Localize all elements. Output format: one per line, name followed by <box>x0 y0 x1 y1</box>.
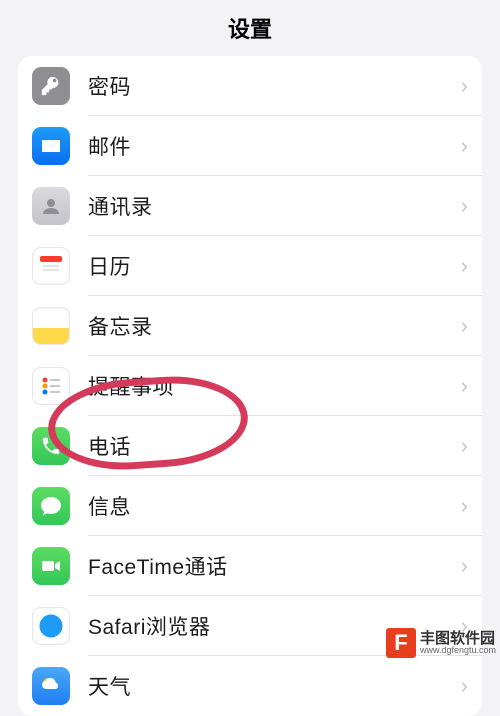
wm-cn: 丰图软件园 <box>420 631 496 646</box>
row-label: 提醒事项 <box>88 371 461 401</box>
mail-icon <box>32 127 70 165</box>
notes-icon <box>32 307 70 345</box>
row-weather[interactable]: 天气 › <box>18 656 482 716</box>
wm-en: www.dgfengtu.com <box>420 646 496 655</box>
row-label: FaceTime通话 <box>88 551 461 581</box>
chevron-right-icon: › <box>461 73 468 99</box>
phone-icon <box>32 427 70 465</box>
weather-icon <box>32 667 70 705</box>
row-label: 信息 <box>88 491 461 521</box>
wm-letter: F <box>394 630 407 656</box>
safari-icon <box>32 607 70 645</box>
chevron-right-icon: › <box>461 253 468 279</box>
chevron-right-icon: › <box>461 133 468 159</box>
chevron-right-icon: › <box>461 673 468 699</box>
settings-list: 密码 › 邮件 › 通讯录 › 日历 › 备忘录 › 提醒事项 › <box>18 56 482 716</box>
chevron-right-icon: › <box>461 553 468 579</box>
title-text: 设置 <box>228 17 272 42</box>
chevron-right-icon: › <box>461 373 468 399</box>
page-title: 设置 <box>0 0 500 56</box>
reminders-icon <box>32 367 70 405</box>
contacts-icon <box>32 187 70 225</box>
row-label: 备忘录 <box>88 311 461 341</box>
row-calendar[interactable]: 日历 › <box>18 236 482 296</box>
row-phone[interactable]: 电话 › <box>18 416 482 476</box>
chevron-right-icon: › <box>461 433 468 459</box>
row-label: 密码 <box>88 71 461 101</box>
row-mail[interactable]: 邮件 › <box>18 116 482 176</box>
facetime-icon <box>32 547 70 585</box>
key-icon <box>32 67 70 105</box>
row-contacts[interactable]: 通讯录 › <box>18 176 482 236</box>
chevron-right-icon: › <box>461 313 468 339</box>
row-reminders[interactable]: 提醒事项 › <box>18 356 482 416</box>
row-label: 日历 <box>88 251 461 281</box>
row-notes[interactable]: 备忘录 › <box>18 296 482 356</box>
watermark-text: 丰图软件园 www.dgfengtu.com <box>420 631 496 655</box>
row-label: 天气 <box>88 671 461 701</box>
watermark: F 丰图软件园 www.dgfengtu.com <box>386 628 496 658</box>
row-label: 电话 <box>88 431 461 461</box>
watermark-logo: F <box>386 628 416 658</box>
chevron-right-icon: › <box>461 493 468 519</box>
row-label: 邮件 <box>88 131 461 161</box>
row-facetime[interactable]: FaceTime通话 › <box>18 536 482 596</box>
messages-icon <box>32 487 70 525</box>
row-passwords[interactable]: 密码 › <box>18 56 482 116</box>
calendar-icon <box>32 247 70 285</box>
row-messages[interactable]: 信息 › <box>18 476 482 536</box>
row-label: 通讯录 <box>88 191 461 221</box>
chevron-right-icon: › <box>461 193 468 219</box>
